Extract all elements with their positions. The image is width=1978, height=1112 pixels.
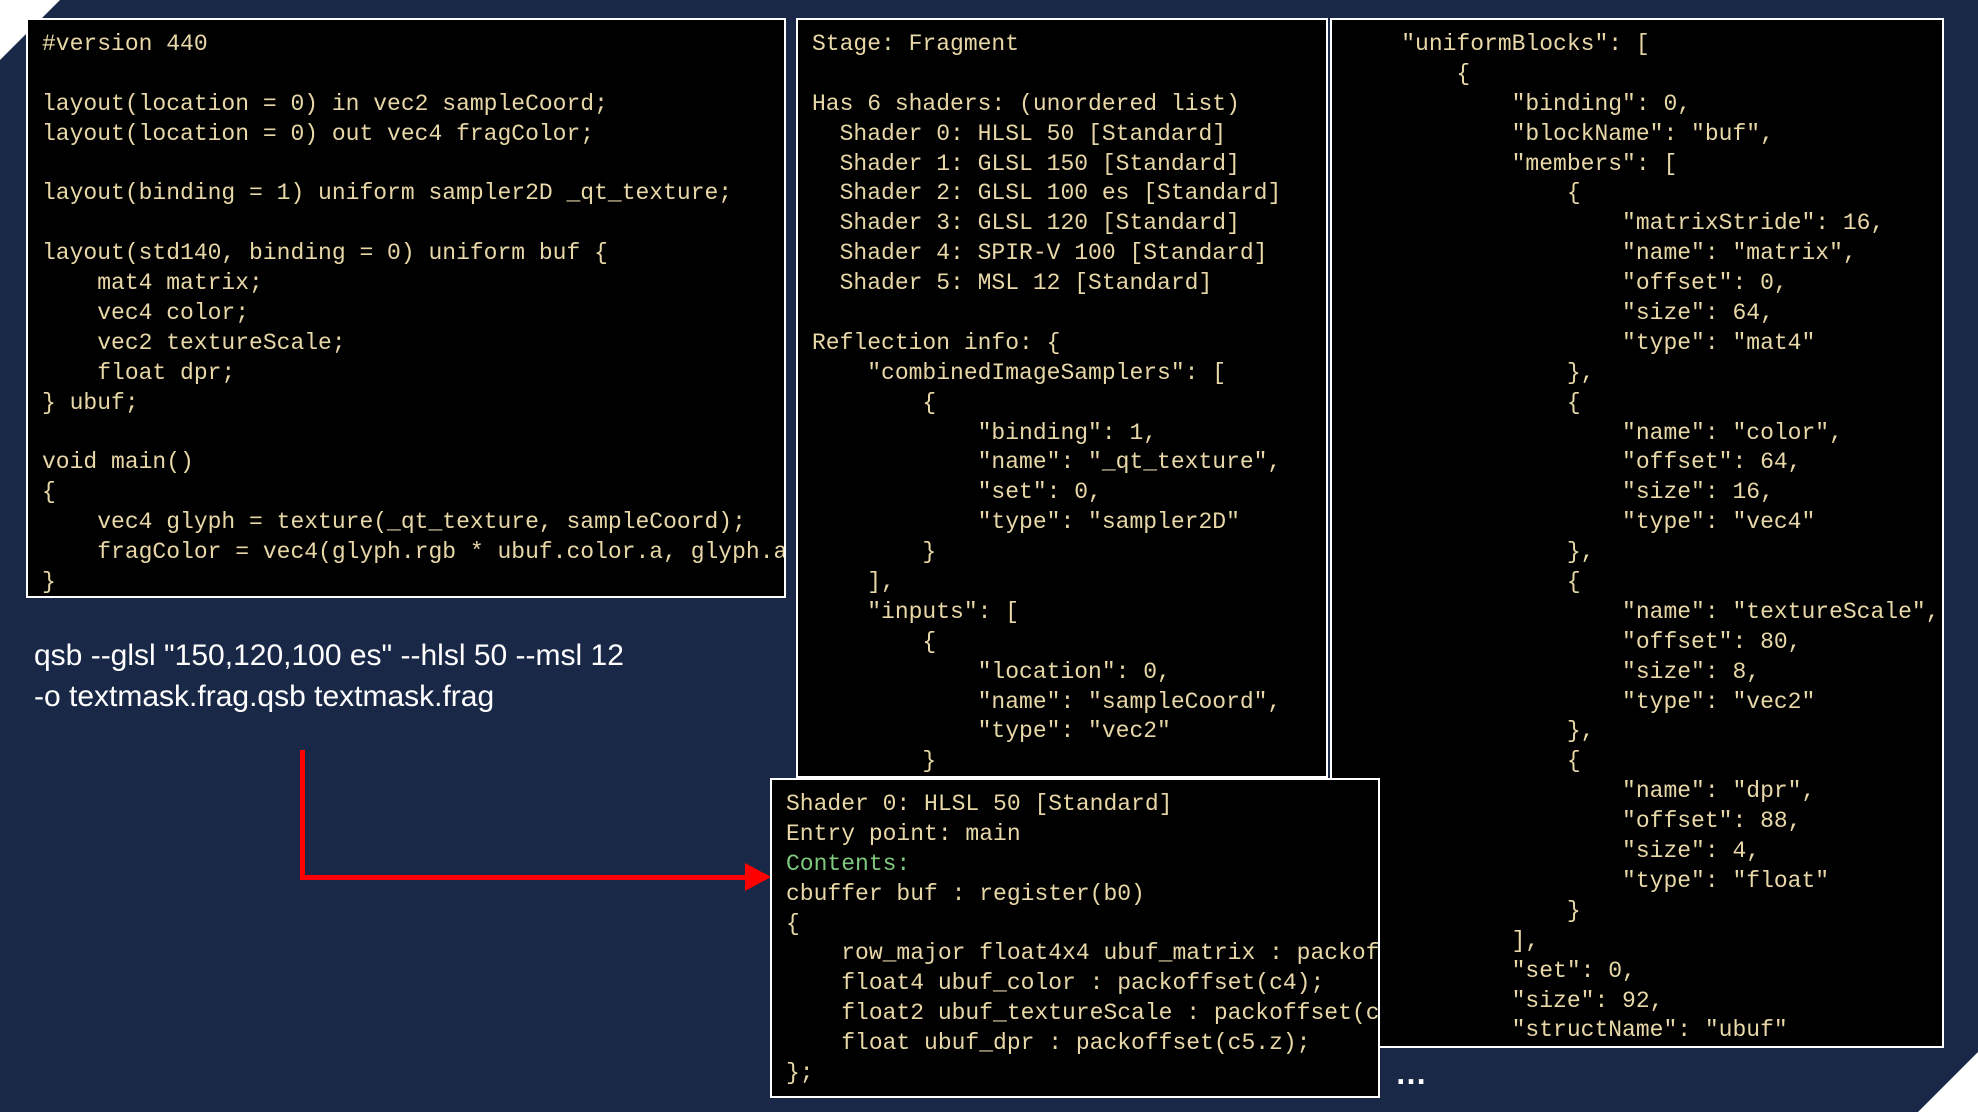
code-panel-hlsl-output: Shader 0: HLSL 50 [Standard] Entry point… (770, 778, 1380, 1098)
arrow-horizontal (300, 875, 750, 880)
code-panel-glsl-source: #version 440 layout(location = 0) in vec… (26, 18, 786, 598)
arrow-vertical (300, 750, 305, 880)
code-panel-uniform-blocks: "uniformBlocks": [ { "binding": 0, "bloc… (1330, 18, 1944, 1048)
arrow-icon (300, 750, 770, 910)
slide-container: #version 440 layout(location = 0) in vec… (0, 0, 1978, 1112)
code-panel-stage-info: Stage: Fragment Has 6 shaders: (unordere… (796, 18, 1328, 778)
command-text: qsb --glsl "150,120,100 es" --hlsl 50 --… (34, 636, 754, 717)
hlsl-contents-label: Contents: (786, 851, 910, 877)
ellipsis-text: … (1395, 1055, 1427, 1092)
hlsl-body: cbuffer buf : register(b0) { row_major f… (786, 881, 1380, 1098)
hlsl-header: Shader 0: HLSL 50 [Standard] Entry point… (786, 791, 1172, 847)
arrow-head-icon (745, 863, 771, 891)
corner-decoration-bottom-right (1918, 1052, 1978, 1112)
command-line-2: -o textmask.frag.qsb textmask.frag (34, 677, 754, 718)
command-line-1: qsb --glsl "150,120,100 es" --hlsl 50 --… (34, 636, 754, 677)
